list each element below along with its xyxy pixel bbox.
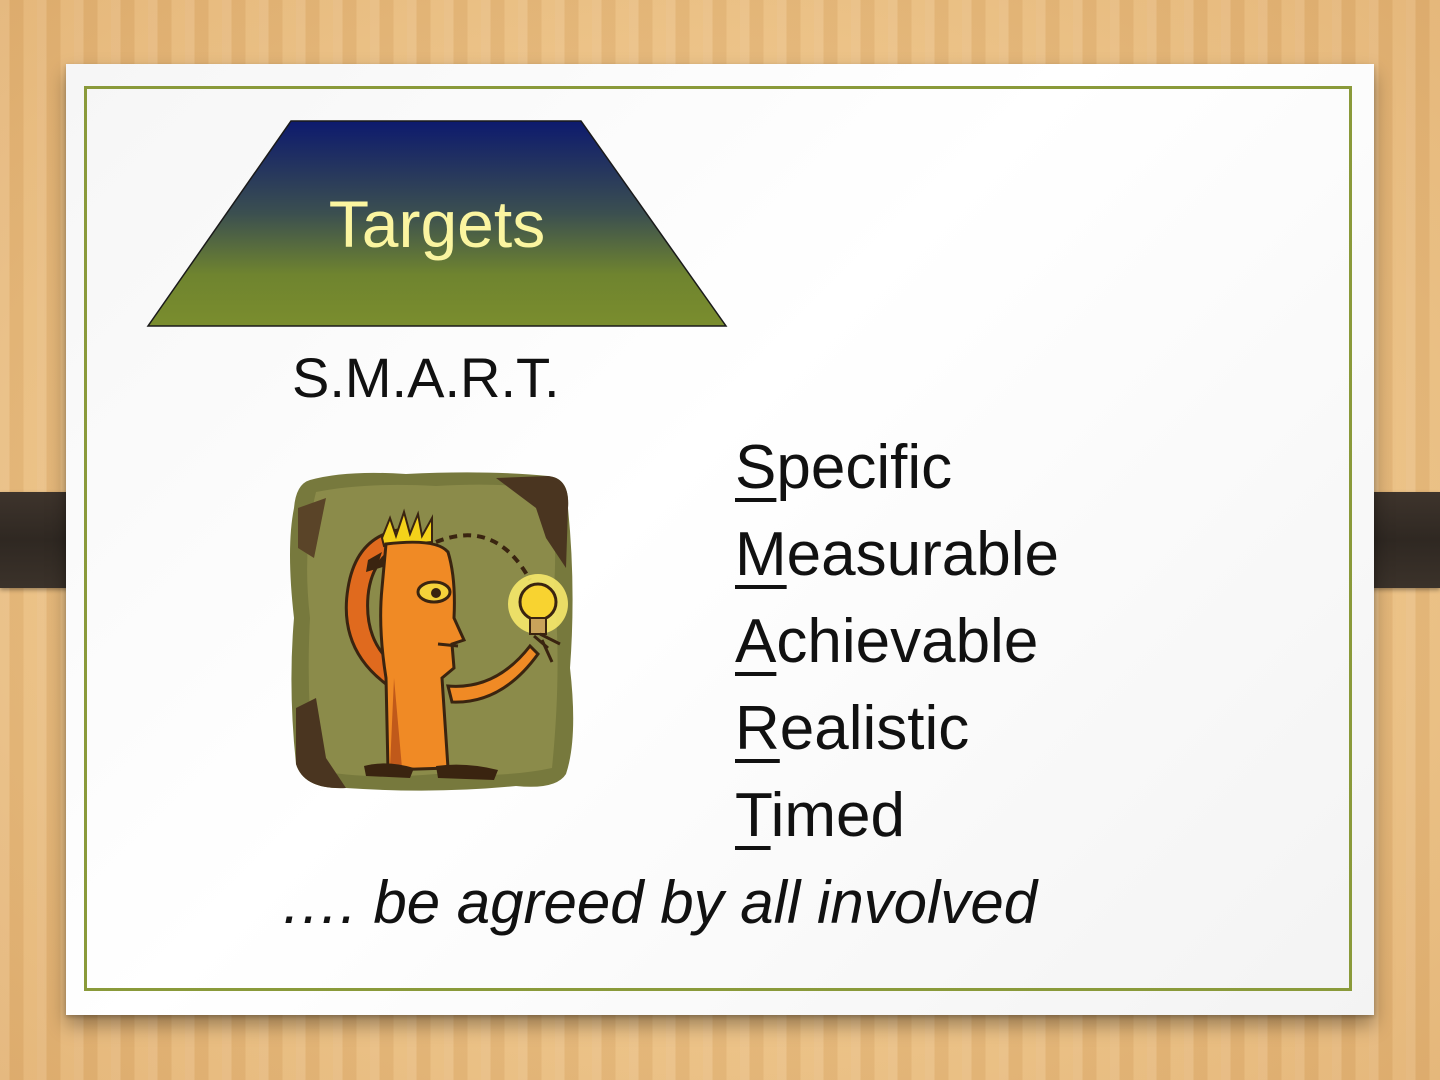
smart-acronym-list: Specific Measurable Achievable Realistic…	[735, 424, 1059, 859]
acronym-rest: chievable	[776, 607, 1039, 676]
acronym-initial: T	[735, 781, 771, 850]
acronym-initial: A	[735, 607, 777, 676]
acronym-initial: S	[735, 433, 777, 502]
idea-person-icon	[286, 468, 580, 794]
acronym-initial: M	[735, 520, 787, 589]
acronym-initial: R	[735, 694, 780, 763]
banner-title: Targets	[328, 187, 546, 261]
acronym-rest: easurable	[786, 520, 1059, 589]
agreement-note: …. be agreed by all involved	[280, 869, 1038, 936]
acronym-item-specific: Specific	[735, 424, 1059, 511]
acronym-item-timed: Timed	[735, 772, 1059, 859]
acronym-rest: pecific	[776, 433, 953, 502]
acronym-rest: ealistic	[779, 694, 970, 763]
acronym-item-measurable: Measurable	[735, 511, 1059, 598]
acronym-item-achievable: Achievable	[735, 598, 1059, 685]
smart-subtitle: S.M.A.R.T.	[292, 346, 560, 409]
acronym-item-realistic: Realistic	[735, 685, 1059, 772]
acronym-rest: imed	[770, 781, 905, 850]
